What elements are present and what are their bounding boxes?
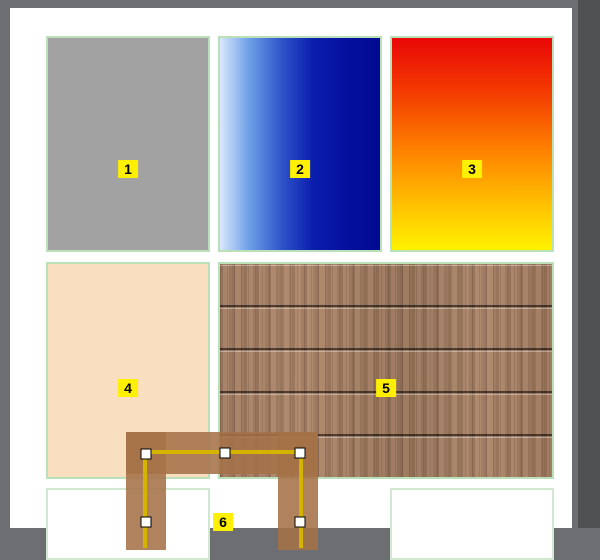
selection-handle[interactable] xyxy=(295,448,306,459)
badge-6: 6 xyxy=(213,513,233,531)
badge-5: 5 xyxy=(376,379,396,397)
swatch-hot-gradient[interactable]: 3 xyxy=(390,36,554,252)
right-panel-edge xyxy=(578,0,600,528)
selection-handle[interactable] xyxy=(141,449,152,460)
badge-4: 4 xyxy=(118,379,138,397)
badge-3: 3 xyxy=(462,160,482,178)
badge-2: 2 xyxy=(290,160,310,178)
canvas[interactable]: 1 2 3 4 5 6 xyxy=(38,28,564,528)
swatch-gray[interactable]: 1 xyxy=(46,36,210,252)
selection-handle[interactable] xyxy=(220,448,231,459)
swatch-blue-gradient[interactable]: 2 xyxy=(218,36,382,252)
empty-swatch-right[interactable] xyxy=(390,488,554,560)
editor-pasteboard: 1 2 3 4 5 6 xyxy=(10,8,572,528)
selection-handle[interactable] xyxy=(295,517,306,528)
selection-handle[interactable] xyxy=(141,517,152,528)
badge-1: 1 xyxy=(118,160,138,178)
